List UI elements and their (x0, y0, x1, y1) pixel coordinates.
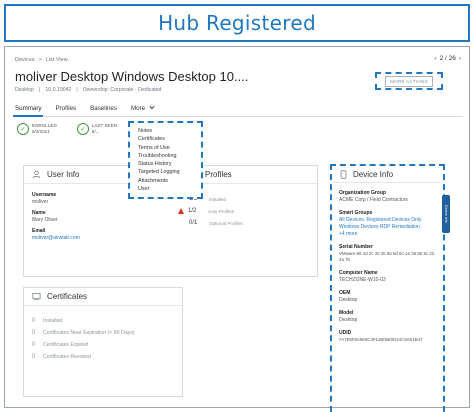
card-title: Device Info (353, 169, 394, 179)
cert-count: 0 (32, 330, 36, 336)
tab-baselines[interactable]: Baselines (90, 103, 117, 116)
model-value: Desktop (339, 317, 358, 323)
last-seen-status: ✓ LAST SEEN 6/... (76, 123, 117, 135)
tab-profiles[interactable]: Profiles (55, 103, 76, 116)
menu-item-notes[interactable]: Notes (138, 127, 193, 135)
username-value: moliver (32, 199, 49, 205)
banner-title: Hub Registered (158, 11, 316, 35)
email-label: Email (32, 228, 46, 234)
enrollment-status-row: ✓ ENROLLED 6/4/2021 ✓ LAST SEEN 6/... (17, 123, 117, 135)
menu-item-attachments[interactable]: Attachments (138, 177, 193, 185)
breadcrumb: Devices > List View (15, 57, 68, 63)
serial-number-label: Serial Number (339, 244, 373, 250)
card-title: Profiles (205, 170, 232, 179)
chevron-down-icon (149, 105, 155, 110)
smart-groups-links[interactable]: All Devices, Registered Devices Only Win… (339, 217, 436, 230)
certificates-card: Certificates 0 Installed 0 Certificates … (23, 287, 183, 397)
oem-label: OEM (339, 290, 351, 296)
status-value: 6/4/2021 (32, 129, 50, 134)
email-link[interactable]: moliver@airwlab.com (32, 235, 174, 241)
tab-more[interactable]: More (131, 103, 155, 116)
menu-item-status-history[interactable]: Status History (138, 160, 193, 168)
hub-registered-banner: Hub Registered (4, 4, 470, 42)
chevron-left-icon[interactable]: ‹ (434, 55, 436, 62)
udid-value: 7A7E5F6A5E8C4F12B05E0D24C9AE1B47 (339, 337, 423, 342)
certificate-icon (32, 292, 41, 301)
warning-icon (178, 208, 184, 214)
cert-label: Installed (43, 318, 63, 324)
user-icon (32, 170, 41, 179)
breadcrumb-separator: > (38, 57, 42, 63)
more-actions-highlight: MORE ACTIONS (375, 72, 443, 90)
os-version: 10.0.19042 (45, 87, 72, 93)
checkmark-icon: ✓ (17, 123, 29, 135)
pager-position: 2 / 26 (439, 55, 456, 62)
device-details-frame: Devices > List View ‹ 2 / 26 › moliver D… (4, 46, 470, 412)
tab-more-label: More (130, 105, 146, 112)
profile-count: 1/2 (188, 208, 197, 214)
device-icon (340, 169, 347, 179)
menu-item-troubleshooting[interactable]: Troubleshooting (138, 152, 193, 160)
profiles-auto-row[interactable]: 1/2 Auto Profiles (178, 208, 309, 214)
breadcrumb-list-view[interactable]: List View (46, 57, 68, 63)
cert-revoked-row[interactable]: 0 Certificates Revoked (32, 354, 174, 360)
cert-count: 0 (32, 342, 36, 348)
cert-expired-row[interactable]: 0 Certificates Expired (32, 342, 174, 348)
device-type: Desktop (15, 87, 35, 93)
more-actions-button[interactable]: MORE ACTIONS (385, 75, 433, 87)
cert-label: Certificates Expired (43, 342, 88, 348)
model-label: Model (339, 310, 354, 316)
smart-groups-more-link[interactable]: +4 more (339, 231, 436, 237)
serial-number-value: VMware-56 4d 2c 40 25 8a 5d 5c-1e 06 06 … (339, 251, 435, 262)
profile-label: Auto Profiles (208, 208, 235, 214)
enrolled-status: ✓ ENROLLED 6/4/2021 (17, 123, 57, 135)
chevron-right-icon[interactable]: › (459, 55, 461, 62)
cert-installed-row[interactable]: 0 Installed (32, 318, 174, 324)
menu-item-targeted-logging[interactable]: Targeted Logging (138, 168, 193, 176)
device-info-side-tab[interactable]: Device Info (442, 195, 450, 233)
cert-label: Certificates Near Expiration (< 60 Days) (43, 330, 135, 336)
side-tab-label: Device Info (444, 205, 448, 223)
cert-count: 0 (32, 354, 36, 360)
profile-label: Optional Profiles (209, 220, 243, 226)
more-dropdown-menu: Notes Certificates Terms of Use Troubles… (128, 121, 203, 199)
profile-count: 0/1 (189, 220, 198, 226)
checkmark-icon: ✓ (76, 123, 89, 135)
device-subtitle: Desktop | 10.0.19042 | Ownership: Corpor… (15, 87, 161, 93)
profiles-optional-row[interactable]: 0/1 Optional Profiles (178, 220, 309, 226)
ownership: Ownership: Corporate - Dedicated (82, 87, 162, 93)
org-group-value: ACME Corp / Field Contractors (339, 197, 408, 203)
name-label: Name (32, 210, 46, 216)
computer-name-label: Computer Name (339, 270, 378, 276)
menu-item-certificates[interactable]: Certificates (138, 135, 193, 143)
separator: | (76, 87, 78, 93)
device-info-card: Device Info Organization Group ACME Corp… (330, 164, 445, 412)
card-title: Certificates (47, 292, 88, 301)
menu-item-terms-of-use[interactable]: Terms of Use (138, 144, 193, 152)
breadcrumb-devices[interactable]: Devices (15, 57, 35, 63)
name-value: Mary Oliver (32, 217, 58, 223)
device-title: moliver Desktop Windows Desktop 10.... (15, 69, 249, 84)
card-title: User Info (47, 170, 80, 179)
computer-name-value: TECHZONE-W10-03 (339, 277, 386, 283)
tab-summary[interactable]: Summary (12, 103, 45, 117)
org-group-label: Organization Group (339, 190, 386, 196)
status-value: 6/... (91, 129, 100, 134)
cert-label: Certificates Revoked (43, 354, 91, 360)
device-pager: ‹ 2 / 26 › (434, 55, 461, 62)
udid-label: UDID (339, 330, 352, 336)
oem-value: Desktop (339, 297, 358, 303)
smart-groups-label: Smart Groups (339, 210, 373, 216)
separator: | (39, 87, 41, 93)
menu-item-user[interactable]: User (138, 185, 193, 193)
cert-near-expiration-row[interactable]: 0 Certificates Near Expiration (< 60 Day… (32, 330, 174, 336)
cert-count: 0 (32, 318, 36, 324)
profile-label: Installed (209, 196, 227, 202)
device-tabs: Summary Profiles Baselines More (12, 103, 463, 117)
